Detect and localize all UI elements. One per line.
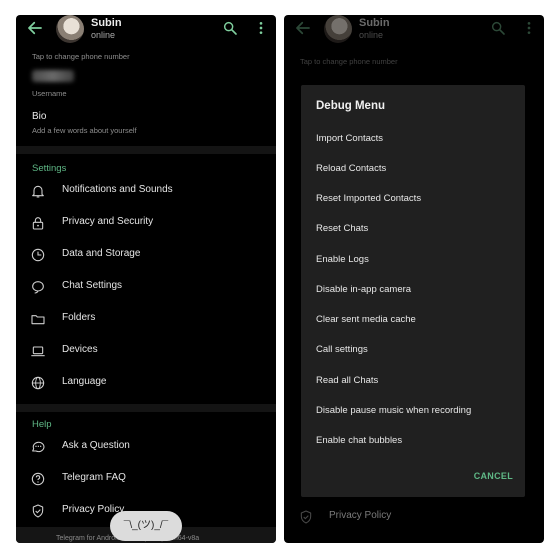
help-item-ask-question[interactable]: Ask a Question <box>16 435 276 459</box>
debug-item-import-contacts[interactable]: Import Contacts <box>316 133 383 144</box>
chat-bubble-icon <box>32 281 44 294</box>
settings-item-label: Data and Storage <box>62 248 141 259</box>
profile-name: Subin <box>91 17 122 29</box>
section-divider <box>16 146 276 154</box>
avatar[interactable] <box>56 15 84 43</box>
section-divider <box>16 404 276 412</box>
help-item-privacy-policy[interactable]: Privacy Policy <box>329 510 391 521</box>
settings-item-label: Notifications and Sounds <box>62 184 173 195</box>
bio-title[interactable]: Bio <box>32 111 46 122</box>
debug-item-enable-chat-bubbles[interactable]: Enable chat bubbles <box>316 435 402 446</box>
settings-item-chat[interactable]: Chat Settings <box>16 275 276 299</box>
settings-item-language[interactable]: Language <box>16 371 276 395</box>
settings-heading: Settings <box>32 163 67 174</box>
laptop-icon <box>31 346 45 357</box>
settings-item-label: Chat Settings <box>62 280 123 291</box>
phone-change-hint[interactable]: Tap to change phone number <box>32 52 130 61</box>
cancel-button[interactable]: CANCEL <box>474 471 513 481</box>
bio-hint: Add a few words about yourself <box>32 126 137 135</box>
chat-dots-icon <box>32 441 45 453</box>
debug-menu-dialog: Debug Menu Import Contacts Reload Contac… <box>301 85 525 497</box>
lock-icon <box>32 217 44 230</box>
back-arrow-icon[interactable] <box>26 19 44 37</box>
debug-item-reset-imported-contacts[interactable]: Reset Imported Contacts <box>316 193 421 204</box>
search-icon[interactable] <box>490 20 506 36</box>
back-arrow-icon[interactable] <box>294 19 312 37</box>
debug-item-disable-camera[interactable]: Disable in-app camera <box>316 284 411 295</box>
profile-name: Subin <box>359 17 390 29</box>
help-item-label: Ask a Question <box>62 440 130 451</box>
profile-status: online <box>359 30 384 40</box>
debug-item-clear-media-cache[interactable]: Clear sent media cache <box>316 314 416 325</box>
globe-icon <box>31 376 45 390</box>
settings-item-label: Language <box>62 376 107 387</box>
help-item-faq[interactable]: Telegram FAQ <box>16 467 276 491</box>
folder-icon <box>31 315 45 325</box>
debug-item-enable-logs[interactable]: Enable Logs <box>316 254 369 265</box>
settings-item-label: Privacy and Security <box>62 216 154 227</box>
bell-icon <box>32 185 44 198</box>
help-item-label: Telegram FAQ <box>62 472 126 483</box>
settings-item-label: Folders <box>62 312 96 323</box>
debug-item-reload-contacts[interactable]: Reload Contacts <box>316 163 386 174</box>
profile-status: online <box>91 30 116 40</box>
question-icon <box>31 472 45 486</box>
dialog-title: Debug Menu <box>316 100 385 112</box>
clock-icon <box>31 248 45 262</box>
settings-item-data[interactable]: Data and Storage <box>16 243 276 267</box>
shield-check-icon <box>32 504 44 518</box>
debug-item-disable-pause-music[interactable]: Disable pause music when recording <box>316 405 471 416</box>
help-heading: Help <box>32 419 52 430</box>
settings-screen: Subin online Tap to change phone number … <box>16 15 276 543</box>
settings-screen-with-dialog: Subin online Tap to change phone number … <box>284 15 544 543</box>
shrug-toast: ¯\_(ツ)_/¯ <box>110 511 182 541</box>
more-vert-icon[interactable] <box>253 20 269 36</box>
debug-item-read-all-chats[interactable]: Read all Chats <box>316 375 378 386</box>
settings-item-privacy[interactable]: Privacy and Security <box>16 211 276 235</box>
settings-item-label: Devices <box>62 344 98 355</box>
settings-item-notifications[interactable]: Notifications and Sounds <box>16 179 276 203</box>
debug-item-reset-chats[interactable]: Reset Chats <box>316 223 368 234</box>
username-label: Username <box>32 89 67 98</box>
settings-item-folders[interactable]: Folders <box>16 307 276 331</box>
phone-change-hint[interactable]: Tap to change phone number <box>300 57 398 66</box>
debug-item-call-settings[interactable]: Call settings <box>316 344 368 355</box>
more-vert-icon[interactable] <box>521 20 537 36</box>
search-icon[interactable] <box>222 20 238 36</box>
username-value-blurred <box>32 70 74 82</box>
settings-item-devices[interactable]: Devices <box>16 339 276 363</box>
avatar[interactable] <box>324 15 352 43</box>
shield-check-icon <box>300 510 312 524</box>
